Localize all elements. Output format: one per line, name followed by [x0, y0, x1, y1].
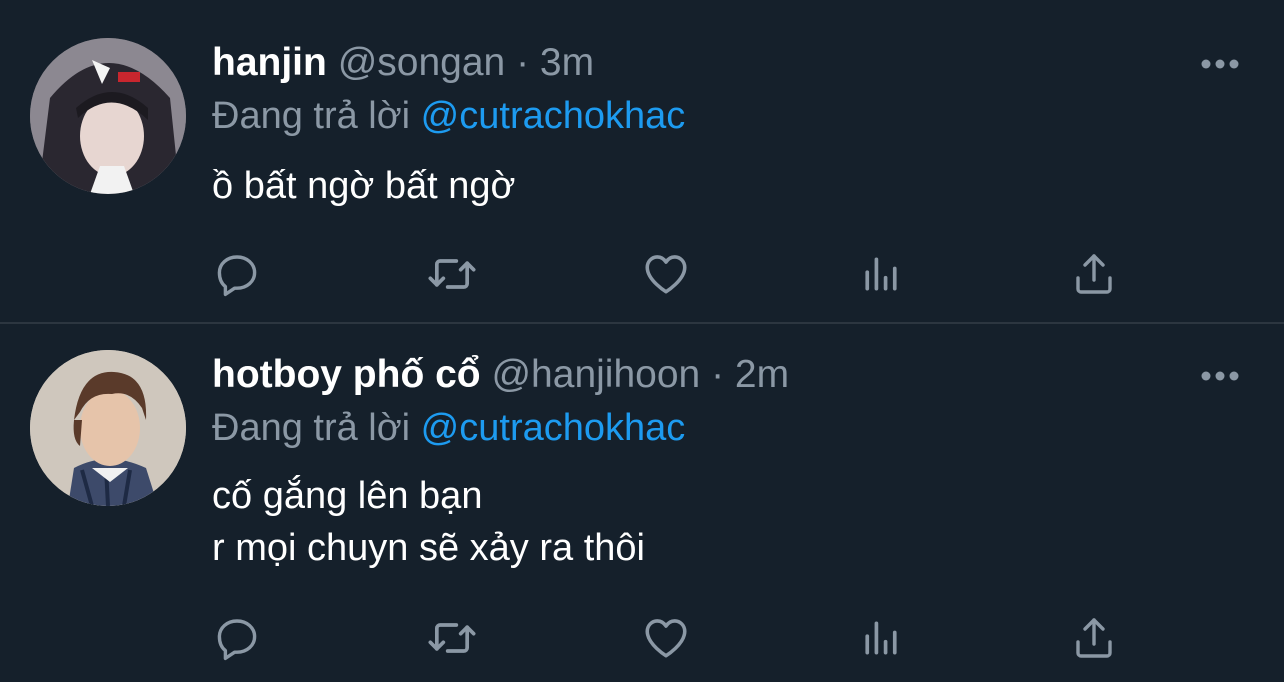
tweet-header: hanjin @songan · 3m	[212, 38, 594, 88]
tweet-actions	[0, 610, 1284, 666]
display-name[interactable]: hanjin	[212, 41, 327, 84]
analytics-button[interactable]	[853, 246, 909, 302]
heart-icon	[645, 619, 687, 658]
timestamp[interactable]: 2m	[735, 353, 789, 396]
timestamp[interactable]: 3m	[540, 41, 594, 84]
tweet-text: cố gắng lên bạn r mọi chuyn sẽ xảy ra th…	[212, 470, 645, 574]
more-options-button[interactable]	[1198, 366, 1242, 386]
mention-link[interactable]: @cutrachokhac	[421, 407, 686, 449]
user-handle[interactable]: @hanjihoon	[491, 353, 700, 396]
replying-to: Đang trả lời @cutrachokhac	[212, 92, 685, 140]
more-options-button[interactable]	[1198, 54, 1242, 74]
share-icon	[1076, 618, 1112, 658]
like-button[interactable]	[638, 610, 694, 666]
tweet-text-line: cố gắng lên bạn	[212, 475, 483, 517]
separator-dot: ·	[516, 41, 530, 84]
tweet[interactable]: hanjin @songan · 3m Đang trả lời @cutrac…	[0, 0, 1284, 322]
reply-icon	[217, 619, 257, 661]
tweet[interactable]: hotboy phố cổ @hanjihoon · 2m Đang trả l…	[0, 324, 1284, 682]
more-horizontal-icon	[1201, 371, 1239, 381]
tweet-feed: hanjin @songan · 3m Đang trả lời @cutrac…	[0, 0, 1284, 682]
display-name[interactable]: hotboy phố cổ	[212, 353, 481, 396]
reply-button[interactable]	[209, 246, 265, 302]
retweet-button[interactable]	[424, 610, 480, 666]
replying-to: Đang trả lời @cutrachokhac	[212, 404, 685, 452]
reply-button[interactable]	[209, 610, 265, 666]
tweet-text-line: r mọi chuyn sẽ xảy ra thôi	[212, 527, 645, 569]
heart-icon	[645, 255, 687, 294]
analytics-icon	[865, 621, 897, 655]
share-button[interactable]	[1066, 246, 1122, 302]
tweet-header: hotboy phố cổ @hanjihoon · 2m	[212, 350, 789, 400]
like-button[interactable]	[638, 246, 694, 302]
retweet-button[interactable]	[424, 246, 480, 302]
share-button[interactable]	[1066, 610, 1122, 666]
tweet-actions	[0, 246, 1284, 302]
avatar[interactable]	[30, 350, 186, 506]
share-icon	[1076, 254, 1112, 294]
separator-dot: ·	[711, 353, 725, 396]
reply-icon	[217, 255, 257, 297]
tweet-text: ồ bất ngờ bất ngờ	[212, 160, 515, 212]
avatar[interactable]	[30, 38, 186, 194]
tweet-text-line: ồ bất ngờ bất ngờ	[212, 165, 516, 207]
analytics-button[interactable]	[853, 610, 909, 666]
user-handle[interactable]: @songan	[338, 41, 506, 84]
retweet-icon	[428, 259, 476, 289]
more-horizontal-icon	[1201, 59, 1239, 69]
mention-link[interactable]: @cutrachokhac	[421, 95, 686, 137]
analytics-icon	[865, 257, 897, 291]
replying-to-label: Đang trả lời	[212, 407, 411, 449]
retweet-icon	[428, 623, 476, 653]
replying-to-label: Đang trả lời	[212, 95, 411, 137]
